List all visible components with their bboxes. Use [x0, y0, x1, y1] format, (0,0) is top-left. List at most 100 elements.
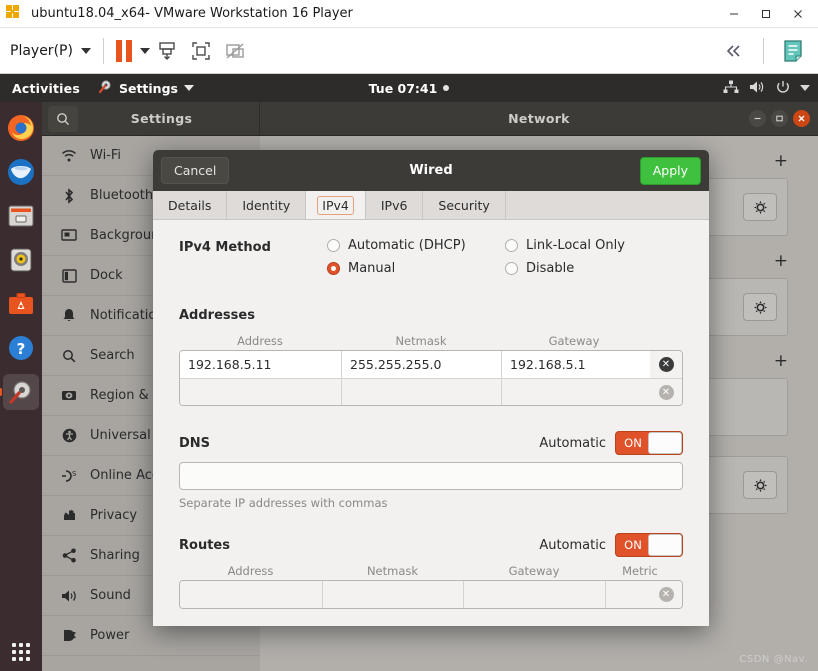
add-connection-button[interactable]: +	[774, 252, 788, 270]
dock-item-thunderbird[interactable]	[3, 154, 39, 190]
collapse-toolbar-icon[interactable]	[717, 34, 751, 68]
table-row[interactable]: ✕	[180, 581, 682, 608]
dock-item-firefox[interactable]	[3, 110, 39, 146]
table-row[interactable]: 192.168.5.11 255.255.255.0 192.168.5.1 ✕	[180, 351, 682, 378]
delete-row-button[interactable]: ✕	[650, 351, 682, 378]
dns-input[interactable]	[179, 462, 683, 490]
radio-label: Link-Local Only	[526, 238, 625, 253]
radio-mark-icon	[505, 262, 518, 275]
radio-automatic-dhcp[interactable]: Automatic (DHCP)	[327, 238, 505, 253]
ipv4-method-label: IPv4 Method	[179, 240, 271, 255]
delete-row-icon: ✕	[658, 587, 674, 602]
table-row[interactable]: ✕	[180, 378, 682, 405]
delete-row-button[interactable]: ✕	[650, 581, 682, 608]
settings-headerbar-left: Settings	[42, 102, 260, 136]
network-icon	[723, 80, 739, 97]
dock-item-help[interactable]: ?	[3, 330, 39, 366]
netmask-cell[interactable]	[323, 581, 464, 608]
maximize-button[interactable]	[771, 110, 788, 127]
routes-table: ✕	[179, 580, 683, 609]
apply-button[interactable]: Apply	[639, 156, 701, 185]
search-icon[interactable]	[48, 105, 78, 132]
dialog-title: Wired	[409, 163, 453, 178]
toggle-state-label: ON	[624, 436, 642, 450]
screen: ubuntu18.04_x64- VMware Workstation 16 P…	[0, 0, 818, 671]
dock-icon	[60, 268, 78, 283]
fullscreen-icon[interactable]	[184, 34, 218, 68]
tab-label: IPv6	[380, 197, 408, 213]
address-cell[interactable]	[180, 379, 342, 405]
dock-item-software[interactable]	[3, 286, 39, 322]
delete-row-icon: ✕	[658, 357, 674, 372]
panel-title: Network	[508, 111, 570, 126]
dns-section: DNS Automatic ON Separate IP addresses w…	[179, 430, 683, 510]
minimize-button[interactable]	[718, 1, 750, 27]
player-menu-label: Player(P)	[10, 42, 73, 59]
address-cell[interactable]: 192.168.5.11	[180, 351, 342, 378]
minimize-button[interactable]	[749, 110, 766, 127]
privacy-icon	[60, 508, 78, 523]
chevron-down-icon	[800, 85, 810, 91]
vmware-titlebar: ubuntu18.04_x64- VMware Workstation 16 P…	[0, 0, 818, 28]
netmask-cell[interactable]	[342, 379, 502, 405]
gear-icon[interactable]	[743, 293, 777, 321]
close-button[interactable]	[782, 1, 814, 27]
pause-dropdown-icon[interactable]	[139, 47, 150, 54]
tab-ipv4[interactable]: IPv4	[306, 191, 366, 219]
dock-item-files[interactable]	[3, 198, 39, 234]
sidebar-item-label: Privacy	[90, 508, 138, 523]
system-tray[interactable]	[723, 80, 810, 97]
ubuntu-dock: ?	[0, 102, 42, 671]
radio-manual[interactable]: Manual	[327, 261, 505, 276]
netmask-cell[interactable]: 255.255.255.0	[342, 351, 502, 378]
dock-item-settings[interactable]	[3, 374, 39, 410]
addresses-table: 192.168.5.11 255.255.255.0 192.168.5.1 ✕…	[179, 350, 683, 406]
search-icon	[60, 349, 78, 363]
column-header-gateway: Gateway	[548, 334, 600, 348]
gateway-cell[interactable]	[464, 581, 606, 608]
player-menu-button[interactable]: Player(P)	[10, 43, 91, 59]
sidebar-item-label: Search	[90, 348, 135, 363]
toggle-knob	[648, 432, 682, 454]
routes-column-headers: Address Netmask Gateway Metric	[179, 564, 683, 578]
unity-mode-icon[interactable]	[218, 34, 252, 68]
show-applications-icon[interactable]	[12, 643, 30, 661]
metric-cell[interactable]	[606, 581, 650, 608]
maximize-button[interactable]	[750, 1, 782, 27]
address-cell[interactable]	[180, 581, 323, 608]
delete-row-button[interactable]: ✕	[650, 379, 682, 405]
sharing-icon	[60, 548, 78, 563]
accessibility-icon	[60, 428, 78, 443]
radio-link-local-only[interactable]: Link-Local Only	[505, 238, 683, 253]
add-connection-button[interactable]: +	[774, 352, 788, 370]
tab-details[interactable]: Details	[153, 191, 228, 219]
notes-icon[interactable]	[776, 34, 810, 68]
close-button[interactable]	[793, 110, 810, 127]
tab-security[interactable]: Security	[423, 191, 506, 219]
radio-mark-icon	[327, 239, 340, 252]
settings-sidebar-title: Settings	[130, 111, 193, 126]
add-connection-button[interactable]: +	[774, 152, 788, 170]
gateway-cell[interactable]: 192.168.5.1	[502, 351, 650, 378]
gateway-cell[interactable]	[502, 379, 650, 405]
bell-icon	[60, 308, 78, 323]
tab-ipv6[interactable]: IPv6	[365, 191, 424, 219]
dialog-body: IPv4 Method Automatic (DHCP) Link-Local …	[153, 220, 709, 626]
send-key-icon[interactable]	[150, 34, 184, 68]
clock-button[interactable]: Tue 07:41	[0, 81, 818, 96]
svg-text:S: S	[72, 470, 77, 478]
radio-disable[interactable]: Disable	[505, 261, 683, 276]
gear-icon[interactable]	[743, 193, 777, 221]
dns-automatic-toggle[interactable]: ON	[615, 431, 683, 455]
gear-icon[interactable]	[743, 471, 777, 499]
pause-icon[interactable]	[115, 39, 132, 62]
vmware-logo-icon	[5, 4, 27, 24]
wifi-icon	[60, 149, 78, 163]
vmware-toolbar-right	[717, 34, 810, 68]
routes-automatic-toggle[interactable]: ON	[615, 533, 683, 557]
svg-text:?: ?	[17, 340, 26, 358]
tab-identity[interactable]: Identity	[227, 191, 307, 219]
column-header-address: Address	[237, 334, 283, 348]
radio-label: Manual	[348, 261, 396, 276]
dock-item-rhythmbox[interactable]	[3, 242, 39, 278]
